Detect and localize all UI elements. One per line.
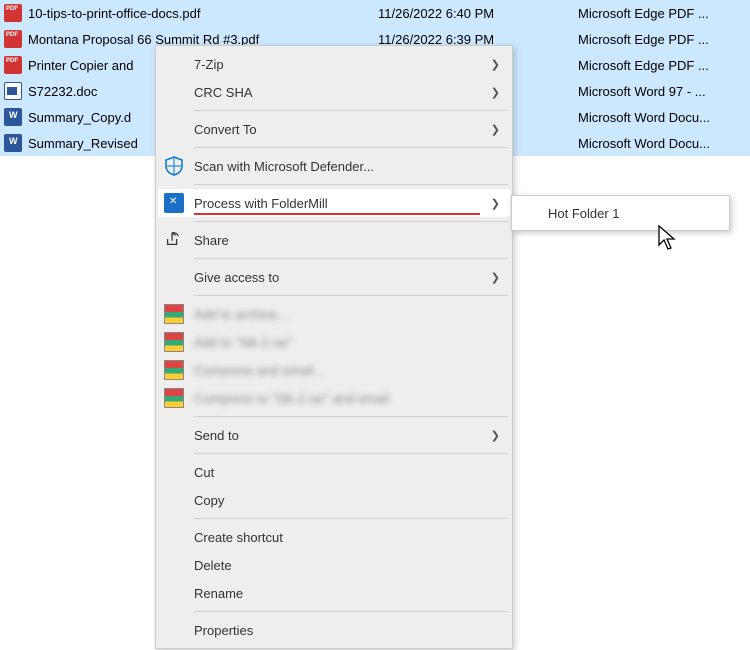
menu-label: Delete xyxy=(194,558,500,573)
menu-label: Compress to "Sik.2.rar" and email xyxy=(194,391,500,406)
menu-separator xyxy=(194,611,508,612)
chevron-right-icon: ❯ xyxy=(491,58,500,71)
pdf-icon xyxy=(4,4,22,22)
menu-share[interactable]: Share xyxy=(158,226,510,254)
menu-separator xyxy=(194,453,508,454)
menu-label: Copy xyxy=(194,493,500,508)
submenu-hot-folder-1[interactable]: Hot Folder 1 xyxy=(514,198,727,228)
share-icon xyxy=(164,230,184,250)
menu-label: Properties xyxy=(194,623,500,638)
menu-properties[interactable]: Properties xyxy=(158,616,510,644)
menu-label: Scan with Microsoft Defender... xyxy=(194,159,500,174)
menu-crc[interactable]: CRC SHA ❯ xyxy=(158,78,510,106)
menu-separator xyxy=(194,221,508,222)
menu-label: Rename xyxy=(194,586,500,601)
menu-convert[interactable]: Convert To ❯ xyxy=(158,115,510,143)
file-type: Microsoft Edge PDF ... xyxy=(578,58,750,73)
menu-label: Add to "Sik.2.rar" xyxy=(194,335,500,350)
menu-give-access[interactable]: Give access to ❯ xyxy=(158,263,510,291)
menu-winrar-item[interactable]: Compress and email... xyxy=(158,356,510,384)
menu-create-shortcut[interactable]: Create shortcut xyxy=(158,523,510,551)
menu-separator xyxy=(194,258,508,259)
chevron-right-icon: ❯ xyxy=(491,197,500,210)
file-row[interactable]: 10-tips-to-print-office-docs.pdf 11/26/2… xyxy=(0,0,750,26)
menu-label: Send to xyxy=(194,428,491,443)
menu-cut[interactable]: Cut xyxy=(158,458,510,486)
menu-separator xyxy=(194,147,508,148)
menu-label: 7-Zip xyxy=(194,57,491,72)
file-name: 10-tips-to-print-office-docs.pdf xyxy=(28,6,378,21)
menu-label: Compress and email... xyxy=(194,363,500,378)
menu-separator xyxy=(194,518,508,519)
menu-label: Convert To xyxy=(194,122,491,137)
menu-label: Hot Folder 1 xyxy=(548,206,717,221)
chevron-right-icon: ❯ xyxy=(491,429,500,442)
menu-winrar-item[interactable]: Add to archive... xyxy=(158,300,510,328)
doc-icon xyxy=(4,82,22,100)
file-type: Microsoft Edge PDF ... xyxy=(578,6,750,21)
menu-rename[interactable]: Rename xyxy=(158,579,510,607)
winrar-icon xyxy=(164,388,184,408)
foldermill-submenu: Hot Folder 1 xyxy=(511,195,730,231)
winrar-icon xyxy=(164,360,184,380)
menu-copy[interactable]: Copy xyxy=(158,486,510,514)
menu-label: Give access to xyxy=(194,270,491,285)
menu-separator xyxy=(194,184,508,185)
menu-separator xyxy=(194,110,508,111)
menu-7zip[interactable]: 7-Zip ❯ xyxy=(158,50,510,78)
menu-label: CRC SHA xyxy=(194,85,491,100)
defender-shield-icon xyxy=(164,156,184,176)
chevron-right-icon: ❯ xyxy=(491,271,500,284)
menu-separator xyxy=(194,295,508,296)
winrar-icon xyxy=(164,332,184,352)
highlight-underline xyxy=(194,213,480,215)
menu-separator xyxy=(194,416,508,417)
chevron-right-icon: ❯ xyxy=(491,123,500,136)
docx-icon xyxy=(4,134,22,152)
file-type: Microsoft Word Docu... xyxy=(578,136,750,151)
menu-label: Share xyxy=(194,233,500,248)
pdf-icon xyxy=(4,56,22,74)
foldermill-icon xyxy=(164,193,184,213)
menu-delete[interactable]: Delete xyxy=(158,551,510,579)
menu-foldermill[interactable]: Process with FolderMill ❯ xyxy=(158,189,510,217)
file-type: Microsoft Word Docu... xyxy=(578,110,750,125)
file-type: Microsoft Edge PDF ... xyxy=(578,32,750,47)
chevron-right-icon: ❯ xyxy=(491,86,500,99)
menu-label: Create shortcut xyxy=(194,530,500,545)
file-type: Microsoft Word 97 - ... xyxy=(578,84,750,99)
menu-label: Process with FolderMill xyxy=(194,196,491,211)
menu-defender[interactable]: Scan with Microsoft Defender... xyxy=(158,152,510,180)
pdf-icon xyxy=(4,30,22,48)
menu-winrar-item[interactable]: Add to "Sik.2.rar" xyxy=(158,328,510,356)
menu-send-to[interactable]: Send to ❯ xyxy=(158,421,510,449)
menu-label: Add to archive... xyxy=(194,307,500,322)
menu-winrar-item[interactable]: Compress to "Sik.2.rar" and email xyxy=(158,384,510,412)
docx-icon xyxy=(4,108,22,126)
winrar-icon xyxy=(164,304,184,324)
file-date: 11/26/2022 6:40 PM xyxy=(378,6,578,21)
context-menu: 7-Zip ❯ CRC SHA ❯ Convert To ❯ Scan with… xyxy=(155,45,513,649)
menu-label: Cut xyxy=(194,465,500,480)
